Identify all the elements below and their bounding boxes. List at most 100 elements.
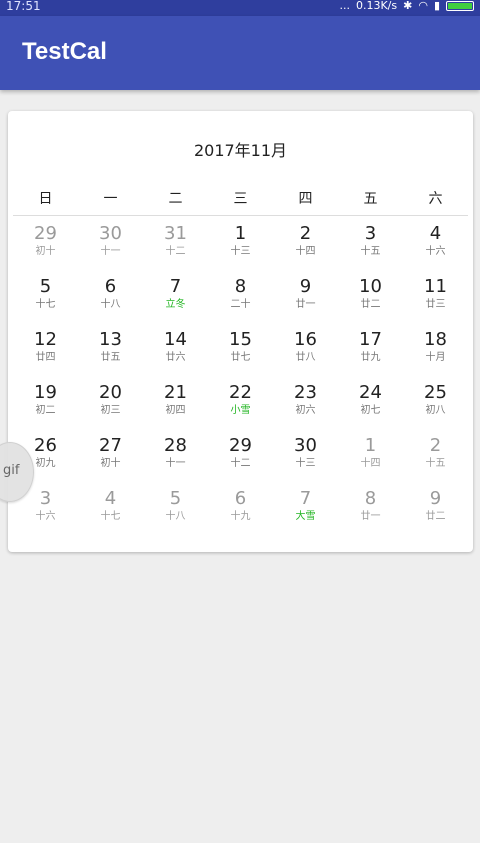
day-cell[interactable]: 4 十六	[403, 221, 468, 274]
day-number: 7	[299, 488, 312, 509]
lunar-date: 廿六	[165, 352, 186, 363]
day-number: 8	[234, 276, 247, 297]
lunar-date: 廿八	[295, 352, 316, 363]
day-cell[interactable]: 3 十五	[338, 221, 403, 274]
day-cell[interactable]: 6 十八	[78, 274, 143, 327]
day-cell[interactable]: 2 十五	[403, 433, 468, 486]
day-cell[interactable]: 16 廿八	[273, 327, 338, 380]
solar-term-label: 大雪	[295, 511, 316, 522]
day-number: 30	[294, 435, 317, 456]
day-number: 17	[359, 329, 382, 350]
day-cell[interactable]: 5 十七	[13, 274, 78, 327]
day-cell[interactable]: 8 二十	[208, 274, 273, 327]
gif-label: gif	[3, 463, 20, 478]
day-cell[interactable]: 5 十八	[143, 486, 208, 539]
day-cell[interactable]: 29 十二	[208, 433, 273, 486]
weekday-header: 日 一 二 三 四 五 六	[13, 185, 468, 213]
day-cell[interactable]: 18 十月	[403, 327, 468, 380]
day-cell[interactable]: 1 十四	[338, 433, 403, 486]
day-cell[interactable]: 31 十二	[143, 221, 208, 274]
lunar-date: 廿五	[100, 352, 121, 363]
day-number: 1	[364, 435, 377, 456]
day-number: 2	[299, 223, 312, 244]
day-cell[interactable]: 20 初三	[78, 380, 143, 433]
day-cell[interactable]: 21 初四	[143, 380, 208, 433]
day-number: 25	[424, 382, 447, 403]
day-cell[interactable]: 4 十七	[78, 486, 143, 539]
lunar-date: 十四	[295, 246, 316, 257]
day-cell[interactable]: 9 廿一	[273, 274, 338, 327]
day-number: 6	[104, 276, 117, 297]
day-cell[interactable]: 13 廿五	[78, 327, 143, 380]
app-bar: TestCal	[0, 16, 480, 90]
day-number: 14	[164, 329, 187, 350]
day-cell[interactable]: 7 大雪	[273, 486, 338, 539]
lunar-date: 十七	[100, 511, 121, 522]
more-dots-icon: ...	[339, 0, 350, 12]
day-number: 3	[364, 223, 377, 244]
day-cell[interactable]: 24 初七	[338, 380, 403, 433]
network-speed: 0.13K/s	[355, 0, 398, 12]
lunar-date: 十六	[425, 246, 446, 257]
lunar-date: 十八	[165, 511, 186, 522]
day-cell[interactable]: 6 十九	[208, 486, 273, 539]
solar-term-label: 立冬	[165, 299, 186, 310]
day-number: 5	[39, 276, 52, 297]
day-cell[interactable]: 9 廿二	[403, 486, 468, 539]
day-number: 12	[34, 329, 57, 350]
lunar-date: 廿四	[35, 352, 56, 363]
day-cell[interactable]: 25 初八	[403, 380, 468, 433]
day-number: 27	[99, 435, 122, 456]
day-cell[interactable]: 19 初二	[13, 380, 78, 433]
weekday-wed: 三	[233, 191, 248, 207]
day-number: 9	[299, 276, 312, 297]
day-number: 21	[164, 382, 187, 403]
day-cell[interactable]: 29 初十	[13, 221, 78, 274]
weekday-sat: 六	[428, 191, 443, 207]
day-cell[interactable]: 15 廿七	[208, 327, 273, 380]
day-number: 20	[99, 382, 122, 403]
day-cell[interactable]: 1 十三	[208, 221, 273, 274]
day-cell[interactable]: 30 十三	[273, 433, 338, 486]
day-cell[interactable]: 8 廿一	[338, 486, 403, 539]
day-cell[interactable]: 10 廿二	[338, 274, 403, 327]
lunar-date: 十四	[360, 458, 381, 469]
day-cell[interactable]: 17 廿九	[338, 327, 403, 380]
day-number: 2	[429, 435, 442, 456]
lunar-date: 初十	[100, 458, 121, 469]
day-number: 31	[164, 223, 187, 244]
day-number: 29	[34, 223, 57, 244]
status-time: 17:51	[6, 0, 41, 13]
weekday-mon: 一	[103, 191, 118, 207]
day-cell[interactable]: 2 十四	[273, 221, 338, 274]
lunar-date: 初十	[35, 246, 56, 257]
month-title: 2017年11月	[193, 141, 288, 160]
day-cell[interactable]: 28 十一	[143, 433, 208, 486]
bluetooth-icon: ✱	[403, 0, 413, 12]
day-cell[interactable]: 14 廿六	[143, 327, 208, 380]
day-cell[interactable]: 12 廿四	[13, 327, 78, 380]
day-cell[interactable]: 22 小雪	[208, 380, 273, 433]
lunar-date: 二十	[230, 299, 251, 310]
day-number: 5	[169, 488, 182, 509]
day-cell[interactable]: 11 廿三	[403, 274, 468, 327]
day-cell[interactable]: 27 初十	[78, 433, 143, 486]
day-number: 28	[164, 435, 187, 456]
lunar-date: 廿七	[230, 352, 251, 363]
day-cell[interactable]: 30 十一	[78, 221, 143, 274]
day-number: 22	[229, 382, 252, 403]
solar-term-label: 小雪	[230, 405, 251, 416]
lunar-date: 十月	[425, 352, 446, 363]
lunar-date: 廿九	[360, 352, 381, 363]
lunar-date: 十九	[230, 511, 251, 522]
battery-icon	[446, 1, 474, 11]
lunar-date: 廿三	[425, 299, 446, 310]
day-cell[interactable]: 7 立冬	[143, 274, 208, 327]
day-number: 7	[169, 276, 182, 297]
day-number: 15	[229, 329, 252, 350]
day-number: 4	[429, 223, 442, 244]
day-number: 6	[234, 488, 247, 509]
day-number: 4	[104, 488, 117, 509]
lunar-date: 十二	[165, 246, 186, 257]
day-cell[interactable]: 23 初六	[273, 380, 338, 433]
